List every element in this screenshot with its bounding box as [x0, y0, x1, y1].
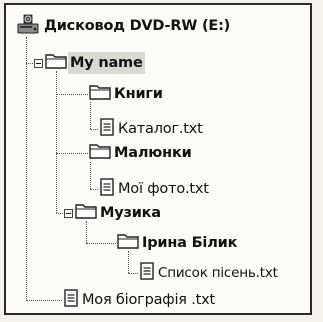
tree-item-iryna-bilyk[interactable]: Ірина Білик: [116, 232, 239, 254]
tree-line: [90, 162, 91, 189]
tree-item-label: My name: [68, 52, 145, 74]
tree-line: [128, 273, 138, 274]
tree-item-label: Малюнки: [114, 145, 192, 161]
folder-icon: [88, 141, 112, 165]
folder-tree-panel: Дисковод DVD-RW (E:) My name Книги Катал…: [4, 3, 312, 315]
dvd-drive-icon: [16, 13, 42, 39]
collapse-toggle[interactable]: [64, 209, 73, 218]
tree-item-label: Музика: [100, 205, 161, 221]
folder-tree: Дисковод DVD-RW (E:) My name Книги Катал…: [6, 5, 310, 313]
folder-icon: [74, 201, 98, 225]
tree-item-katalog[interactable]: Каталог.txt: [98, 118, 205, 140]
tree-item-label: Ірина Білик: [142, 235, 238, 251]
tree-line: [56, 153, 88, 154]
tree-line: [56, 71, 57, 213]
folder-icon: [116, 231, 140, 255]
tree-line: [26, 300, 62, 301]
collapse-toggle[interactable]: [34, 59, 43, 68]
tree-item-label: Мої фото.txt: [118, 181, 209, 197]
tree-item-malyunky[interactable]: Малюнки: [88, 142, 194, 164]
tree-item-knyhy[interactable]: Книги: [88, 83, 165, 105]
tree-item-moya-biohrafiya[interactable]: Моя біографія .txt: [62, 289, 217, 311]
tree-item-root[interactable]: Дисковод DVD-RW (E:): [16, 13, 232, 39]
tree-item-label: Каталог.txt: [118, 121, 203, 137]
tree-item-label: Моя біографія .txt: [82, 292, 215, 308]
tree-item-muzyka[interactable]: Музика: [74, 202, 163, 224]
text-file-icon: [138, 261, 156, 285]
tree-line: [26, 37, 27, 299]
text-file-icon: [98, 117, 116, 141]
tree-item-spysok-pisen[interactable]: Список пісень.txt: [138, 262, 280, 284]
tree-line: [56, 94, 88, 95]
tree-item-label: Книги: [114, 86, 163, 102]
tree-line: [90, 189, 98, 190]
tree-line: [86, 243, 116, 244]
text-file-icon: [62, 288, 80, 312]
folder-icon: [88, 82, 112, 106]
tree-item-my-name[interactable]: My name: [44, 52, 145, 74]
tree-line: [90, 102, 91, 129]
tree-line: [90, 129, 98, 130]
folder-icon: [44, 51, 68, 75]
tree-item-moi-foto[interactable]: Мої фото.txt: [98, 178, 211, 200]
tree-item-label: Дисковод DVD-RW (E:): [44, 18, 231, 34]
tree-item-label: Список пісень.txt: [158, 265, 278, 281]
text-file-icon: [98, 177, 116, 201]
